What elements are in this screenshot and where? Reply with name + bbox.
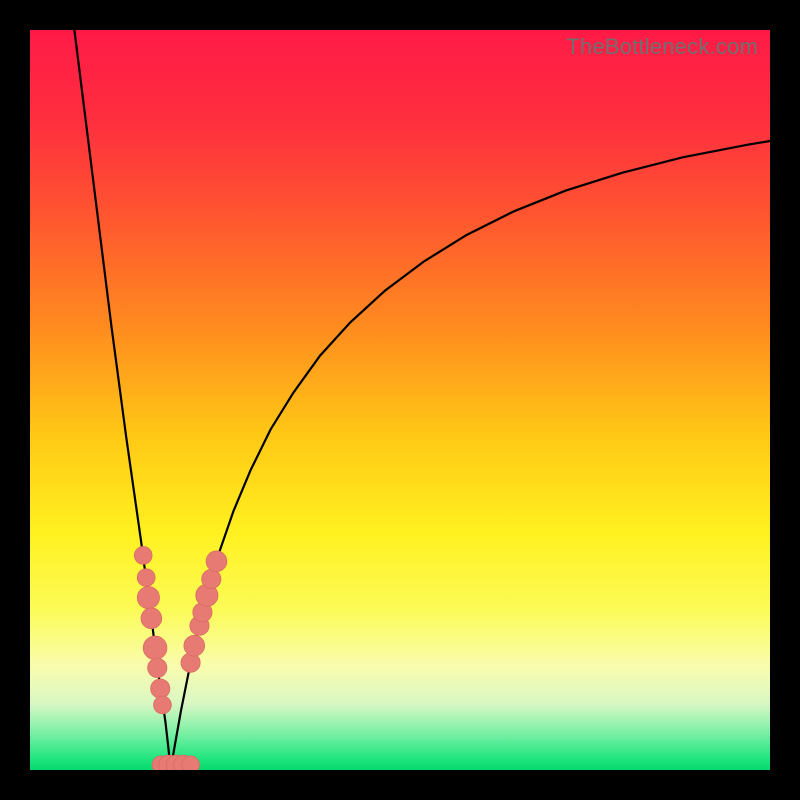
watermark-text: TheBottleneck.com xyxy=(566,34,758,60)
data-marker xyxy=(148,658,167,677)
data-marker xyxy=(184,635,205,656)
plot-area: TheBottleneck.com xyxy=(30,30,770,770)
chart-frame: TheBottleneck.com xyxy=(0,0,800,800)
data-marker xyxy=(151,679,170,698)
data-marker xyxy=(137,586,159,608)
data-markers xyxy=(134,547,227,770)
data-marker xyxy=(134,547,152,565)
data-marker xyxy=(137,569,155,587)
data-marker xyxy=(141,608,162,629)
data-marker xyxy=(143,636,167,660)
data-marker xyxy=(202,569,221,588)
data-marker xyxy=(154,696,172,714)
chart-curves xyxy=(30,30,770,770)
curve-right-branch xyxy=(171,141,770,770)
data-marker xyxy=(182,756,200,770)
data-marker xyxy=(206,551,227,572)
